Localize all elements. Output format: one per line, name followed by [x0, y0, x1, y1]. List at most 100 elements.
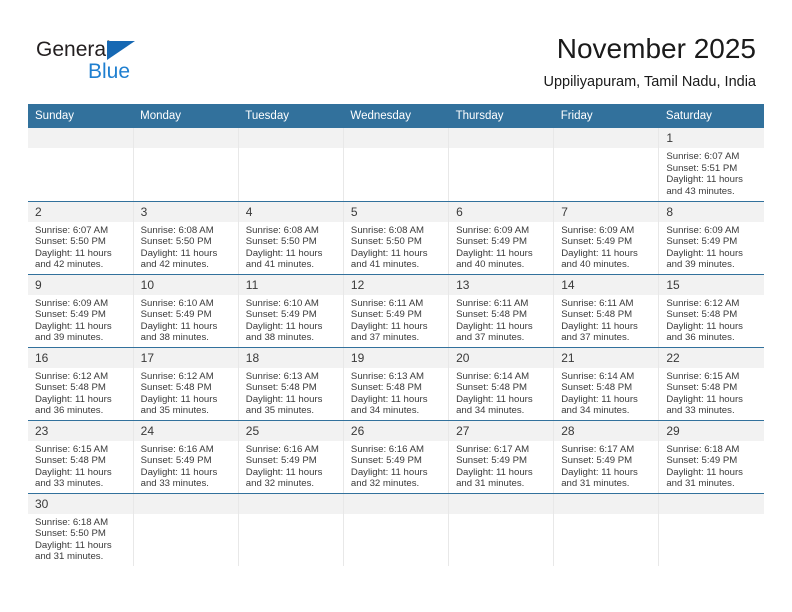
sunrise-time: Sunrise: 6:09 AM	[561, 224, 635, 236]
calendar-day-cell[interactable]: 10 Sunrise: 6:10 AM Sunset: 5:49 PM Dayligh…	[132, 274, 239, 348]
day-number: 24	[133, 420, 238, 441]
daylight-duration-line2: and 42 minutes.	[35, 259, 104, 271]
calendar-day-cell[interactable]: 2 Sunrise: 6:07 AM Sunset: 5:50 PM Daylight…	[28, 201, 134, 275]
general-blue-logo[interactable]: General Blue	[36, 38, 186, 90]
daylight-duration-line1: Daylight: 11 hours	[666, 247, 743, 259]
daylight-duration-line2: and 41 minutes.	[245, 259, 315, 271]
day-number: 19	[343, 347, 449, 368]
sunset-time: Sunset: 5:49 PM	[140, 309, 212, 321]
calendar-day-cell[interactable]: 5 Sunrise: 6:08 AM Sunset: 5:50 PM Daylight…	[342, 201, 449, 275]
calendar-day-cell-empty	[448, 128, 554, 202]
daylight-duration-line1: Daylight: 11 hours	[35, 247, 112, 259]
sunset-time: Sunset: 5:49 PM	[456, 455, 527, 467]
sunset-time: Sunset: 5:48 PM	[456, 309, 527, 321]
calendar-day-cell[interactable]: 17 Sunrise: 6:12 AM Sunset: 5:48 PM Dayligh…	[132, 347, 239, 421]
sunrise-time: Sunrise: 6:12 AM	[35, 370, 109, 382]
calendar-day-cell[interactable]: 7 Sunrise: 6:09 AM Sunset: 5:49 PM Daylight…	[553, 201, 659, 275]
day-sun-info: Sunrise: 6:16 AM Sunset: 5:49 PM Daylight:…	[344, 441, 448, 490]
calendar-day-cell[interactable]: 14 Sunrise: 6:11 AM Sunset: 5:48 PM Dayligh…	[553, 274, 659, 348]
day-sun-info: Sunrise: 6:09 AM Sunset: 5:49 PM Daylight:…	[659, 222, 764, 271]
sunrise-time: Sunrise: 6:08 AM	[350, 224, 424, 236]
sunset-time: Sunset: 5:49 PM	[140, 455, 212, 467]
day-sun-info: Sunrise: 6:17 AM Sunset: 5:49 PM Daylight:…	[449, 441, 553, 490]
day-number: 18	[238, 347, 343, 368]
calendar-day-cell[interactable]: 8 Sunrise: 6:09 AM Sunset: 5:49 PM Daylight…	[658, 201, 764, 275]
calendar-day-cell[interactable]: 18 Sunrise: 6:13 AM Sunset: 5:48 PM Dayligh…	[237, 347, 344, 421]
calendar-week-row: 9 Sunrise: 6:09 AM Sunset: 5:49 PM Daylight…	[28, 274, 764, 348]
day-sun-info: Sunrise: 6:07 AM Sunset: 5:51 PM Daylight:…	[659, 148, 764, 197]
sunrise-time: Sunrise: 6:12 AM	[666, 297, 740, 309]
daylight-duration-line1: Daylight: 11 hours	[666, 174, 743, 186]
daylight-duration-line2: and 33 minutes.	[140, 478, 209, 490]
calendar-day-cell[interactable]: 4 Sunrise: 6:08 AM Sunset: 5:50 PM Daylight…	[237, 201, 344, 275]
calendar-day-cell[interactable]: 25 Sunrise: 6:16 AM Sunset: 5:49 PM Dayligh…	[237, 420, 344, 494]
calendar-day-cell[interactable]: 16 Sunrise: 6:12 AM Sunset: 5:48 PM Dayligh…	[28, 347, 134, 421]
sunset-time: Sunset: 5:50 PM	[350, 236, 422, 248]
sunset-time: Sunset: 5:48 PM	[666, 309, 738, 321]
logo-text-blue: Blue	[88, 60, 131, 83]
calendar-day-cell[interactable]: 1 Sunrise: 6:07 AM Sunset: 5:51 PM Daylight…	[658, 128, 764, 202]
day-number: 1	[659, 128, 764, 148]
calendar-day-cell[interactable]: 30 Sunrise: 6:18 AM Sunset: 5:50 PM Dayligh…	[28, 493, 134, 566]
weekday-header-saturday: Saturday	[658, 104, 764, 128]
calendar-day-cell[interactable]: 11 Sunrise: 6:10 AM Sunset: 5:49 PM Dayligh…	[237, 274, 344, 348]
sunset-time: Sunset: 5:49 PM	[666, 455, 738, 467]
calendar-day-cell[interactable]: 29 Sunrise: 6:18 AM Sunset: 5:49 PM Dayligh…	[658, 420, 764, 494]
calendar-day-cell[interactable]: 23 Sunrise: 6:15 AM Sunset: 5:48 PM Dayligh…	[28, 420, 134, 494]
day-sun-info: Sunrise: 6:16 AM Sunset: 5:49 PM Daylight:…	[134, 441, 238, 490]
calendar-day-cell[interactable]: 24 Sunrise: 6:16 AM Sunset: 5:49 PM Dayligh…	[132, 420, 239, 494]
daylight-duration-line2: and 41 minutes.	[350, 259, 420, 271]
calendar-day-cell-empty	[132, 493, 239, 566]
calendar-day-cell[interactable]: 26 Sunrise: 6:16 AM Sunset: 5:49 PM Dayligh…	[342, 420, 449, 494]
calendar-day-cell[interactable]: 15 Sunrise: 6:12 AM Sunset: 5:48 PM Dayligh…	[658, 274, 764, 348]
calendar-day-cell[interactable]: 9 Sunrise: 6:09 AM Sunset: 5:49 PM Daylight…	[28, 274, 134, 348]
calendar-day-cell[interactable]: 20 Sunrise: 6:14 AM Sunset: 5:48 PM Dayligh…	[448, 347, 554, 421]
day-number	[343, 493, 449, 514]
day-number: 8	[659, 201, 764, 222]
day-number: 12	[343, 274, 449, 295]
sunrise-time: Sunrise: 6:16 AM	[245, 443, 319, 455]
sunrise-time: Sunrise: 6:18 AM	[35, 516, 109, 528]
day-number: 21	[554, 347, 659, 368]
sunset-time: Sunset: 5:48 PM	[561, 382, 633, 394]
sunrise-time: Sunrise: 6:11 AM	[561, 297, 634, 309]
calendar-day-cell[interactable]: 27 Sunrise: 6:17 AM Sunset: 5:49 PM Dayligh…	[448, 420, 554, 494]
day-sun-info: Sunrise: 6:15 AM Sunset: 5:48 PM Daylight:…	[659, 368, 764, 417]
daylight-duration-line2: and 32 minutes.	[245, 478, 315, 490]
day-sun-info: Sunrise: 6:08 AM Sunset: 5:50 PM Daylight:…	[239, 222, 343, 271]
day-number: 9	[28, 274, 133, 295]
daylight-duration-line1: Daylight: 11 hours	[456, 393, 533, 405]
daylight-duration-line1: Daylight: 11 hours	[35, 539, 112, 551]
day-number: 22	[659, 347, 764, 368]
daylight-duration-line1: Daylight: 11 hours	[35, 393, 112, 405]
sunrise-time: Sunrise: 6:16 AM	[140, 443, 214, 455]
calendar-day-cell[interactable]: 3 Sunrise: 6:08 AM Sunset: 5:50 PM Daylight…	[132, 201, 239, 275]
daylight-duration-line1: Daylight: 11 hours	[245, 247, 323, 259]
calendar-day-cell[interactable]: 22 Sunrise: 6:15 AM Sunset: 5:48 PM Dayligh…	[658, 347, 764, 421]
sunrise-time: Sunrise: 6:09 AM	[35, 297, 109, 309]
sunset-time: Sunset: 5:50 PM	[35, 236, 106, 248]
weekday-header-monday: Monday	[133, 104, 239, 128]
calendar-day-cell[interactable]: 21 Sunrise: 6:14 AM Sunset: 5:48 PM Dayligh…	[553, 347, 659, 421]
calendar-day-cell[interactable]: 28 Sunrise: 6:17 AM Sunset: 5:49 PM Dayligh…	[553, 420, 659, 494]
calendar-day-cell-empty	[553, 128, 659, 202]
daylight-duration-line2: and 33 minutes.	[666, 405, 735, 417]
day-number	[133, 493, 238, 514]
day-number: 14	[554, 274, 659, 295]
sunset-time: Sunset: 5:49 PM	[561, 455, 633, 467]
calendar-day-cell[interactable]: 12 Sunrise: 6:11 AM Sunset: 5:49 PM Dayligh…	[342, 274, 449, 348]
day-number	[238, 128, 343, 148]
day-number: 29	[659, 420, 764, 441]
calendar-day-cell-empty	[342, 128, 449, 202]
sunrise-time: Sunrise: 6:15 AM	[666, 370, 740, 382]
day-sun-info: Sunrise: 6:11 AM Sunset: 5:48 PM Daylight:…	[449, 295, 553, 344]
sunset-time: Sunset: 5:49 PM	[350, 309, 422, 321]
day-sun-info: Sunrise: 6:17 AM Sunset: 5:49 PM Daylight:…	[554, 441, 658, 490]
calendar-day-cell[interactable]: 13 Sunrise: 6:11 AM Sunset: 5:48 PM Dayligh…	[448, 274, 554, 348]
calendar-day-cell[interactable]: 6 Sunrise: 6:09 AM Sunset: 5:49 PM Daylight…	[448, 201, 554, 275]
sunset-time: Sunset: 5:48 PM	[561, 309, 633, 321]
calendar-day-cell[interactable]: 19 Sunrise: 6:13 AM Sunset: 5:48 PM Dayligh…	[342, 347, 449, 421]
logo-text-general: General	[36, 38, 111, 61]
daylight-duration-line1: Daylight: 11 hours	[350, 320, 428, 332]
sunrise-time: Sunrise: 6:17 AM	[456, 443, 530, 455]
